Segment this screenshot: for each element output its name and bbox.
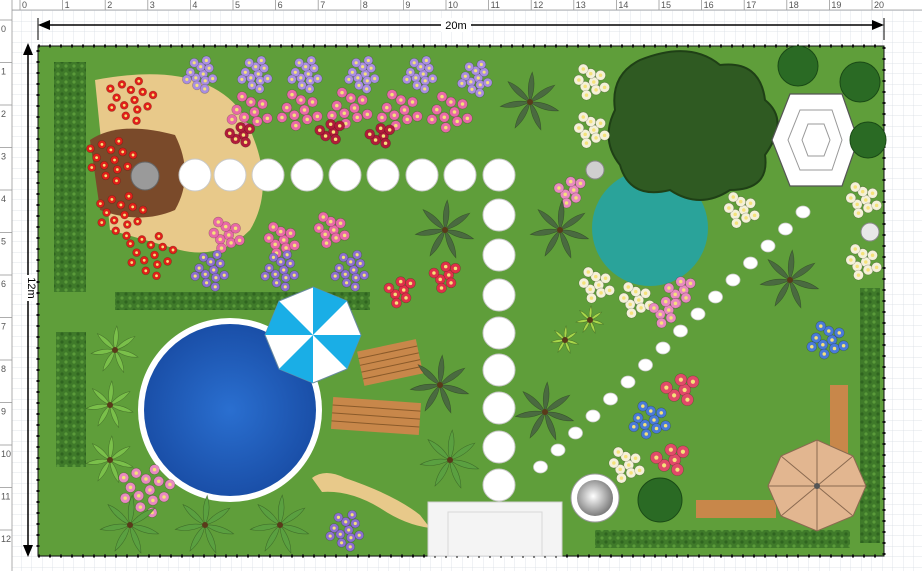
small-stone xyxy=(743,256,758,270)
stepping-stone xyxy=(482,353,516,387)
small-stone xyxy=(655,341,671,355)
garden-plan: 0 1 2 3 4 5 6 7 8 9 10 11 12 13 14 15 16 17 18 19 20 0123456… xyxy=(0,0,922,571)
stepping-stone xyxy=(482,198,516,232)
top-ruler-tick: 15 xyxy=(661,0,671,10)
top-ruler-tick: 16 xyxy=(704,0,714,10)
left-ruler-tick: 11 xyxy=(1,492,10,502)
top-ruler-tick: 8 xyxy=(363,0,368,10)
top-ruler-tick: 10 xyxy=(448,0,458,10)
birdbath xyxy=(130,161,160,191)
small-stone xyxy=(708,290,723,304)
top-ruler-tick: 6 xyxy=(278,0,283,10)
left-ruler-tick: 1 xyxy=(1,67,6,77)
small-stone xyxy=(550,443,566,457)
stepping-stone xyxy=(405,158,439,192)
small-stone xyxy=(760,239,776,253)
small-stone xyxy=(725,273,741,287)
hedge-left-top xyxy=(54,62,86,292)
top-ruler-tick: 17 xyxy=(746,0,756,10)
hedge-left-bottom xyxy=(56,332,86,467)
top-ruler-tick: 0 xyxy=(22,0,27,10)
patio-umbrella-icon xyxy=(264,286,362,384)
top-ruler-tick: 11 xyxy=(491,0,500,10)
shrub xyxy=(849,121,887,159)
height-label: 12m xyxy=(25,277,37,298)
top-ruler-tick: 4 xyxy=(192,0,197,10)
small-stone xyxy=(690,307,706,321)
deck-lower xyxy=(330,396,422,436)
stepping-stone xyxy=(482,278,516,312)
bench-icon xyxy=(830,385,848,455)
stepping-stone xyxy=(482,316,516,350)
left-ruler-tick: 9 xyxy=(1,407,6,417)
left-ruler-tick: 8 xyxy=(1,364,6,374)
left-ruler-tick: 6 xyxy=(1,279,6,289)
small-stone xyxy=(778,222,793,236)
shrub xyxy=(777,45,819,87)
left-ruler-tick: 0 xyxy=(1,24,6,34)
garden-plan-canvas: 0 1 2 3 4 5 6 7 8 9 10 11 12 13 14 15 16 17 18 19 20 0123456… xyxy=(0,0,922,571)
top-ruler-tick: 7 xyxy=(320,0,325,10)
small-stone xyxy=(638,358,653,372)
small-stone xyxy=(533,460,548,474)
top-ruler: 0 1 2 3 4 5 6 7 8 9 10 11 12 13 14 15 16 17 18 19 20 xyxy=(0,0,922,11)
left-ruler: 0123456789101112 xyxy=(0,0,13,571)
top-ruler-tick: 2 xyxy=(107,0,112,10)
stepping-stone xyxy=(328,158,362,192)
width-label: 20m xyxy=(445,20,466,32)
small-stone xyxy=(568,426,583,440)
top-ruler-tick: 14 xyxy=(618,0,628,10)
left-ruler-tick: 3 xyxy=(1,152,6,162)
left-ruler-tick: 12 xyxy=(1,534,11,544)
stepping-stone xyxy=(251,158,285,192)
stepping-stone xyxy=(213,158,247,192)
top-ruler-tick: 20 xyxy=(874,0,884,10)
top-ruler-tick: 9 xyxy=(405,0,410,10)
lantern xyxy=(860,222,880,242)
large-tree xyxy=(607,50,779,201)
top-ruler-tick: 1 xyxy=(65,0,70,10)
top-ruler-tick: 12 xyxy=(533,0,543,10)
bench-icon xyxy=(696,500,776,518)
gazebo-icon xyxy=(771,93,859,187)
top-ruler-tick: 13 xyxy=(576,0,586,10)
small-stone xyxy=(795,205,811,219)
small-stone xyxy=(585,409,601,423)
hedge-right xyxy=(860,288,880,543)
top-ruler-tick: 18 xyxy=(789,0,799,10)
stepping-stone xyxy=(178,158,212,192)
fountain-icon xyxy=(570,473,620,523)
top-ruler-tick: 3 xyxy=(150,0,155,10)
stepping-stone xyxy=(482,238,516,272)
stepping-stone xyxy=(482,468,516,502)
stepping-stone xyxy=(366,158,400,192)
stepping-stone xyxy=(482,430,516,464)
stepping-stone xyxy=(290,158,324,192)
shrub xyxy=(637,477,683,523)
small-stone xyxy=(620,375,636,389)
shrub xyxy=(839,61,881,103)
stepping-stone xyxy=(482,391,516,425)
top-ruler-tick: 19 xyxy=(831,0,841,10)
left-ruler-tick: 4 xyxy=(1,194,6,204)
lantern xyxy=(585,160,605,180)
left-ruler-tick: 10 xyxy=(1,449,11,459)
left-ruler-tick: 7 xyxy=(1,322,6,332)
stepping-stone xyxy=(443,158,477,192)
top-ruler-tick: 5 xyxy=(235,0,240,10)
left-ruler-tick: 2 xyxy=(1,109,6,119)
small-stone xyxy=(603,392,618,406)
left-ruler-tick: 5 xyxy=(1,237,6,247)
hedge-bottom-right xyxy=(595,530,850,548)
small-stone xyxy=(673,324,688,338)
stepping-stone xyxy=(482,158,516,192)
